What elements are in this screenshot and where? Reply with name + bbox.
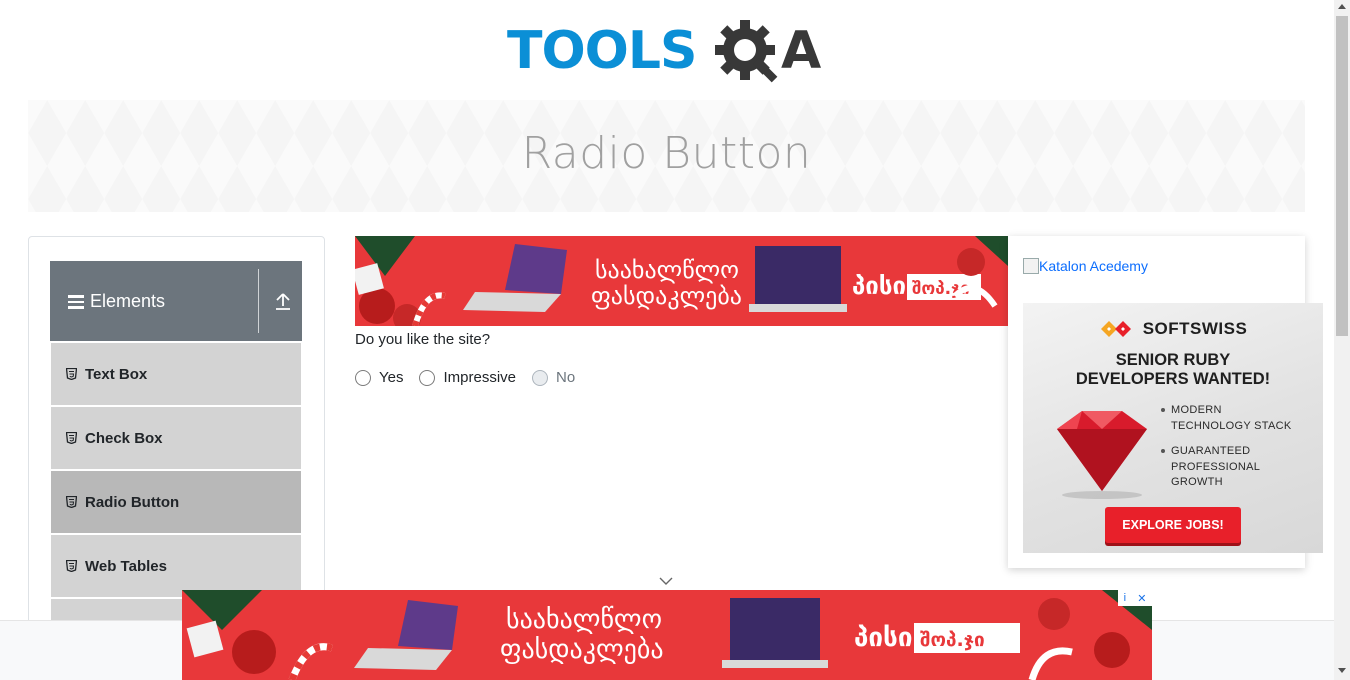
ad-banner-bottom[interactable]: საახალწლო ფასდაკლება პისი შოპ.ჯი (182, 590, 1152, 680)
ad-text-line2: ფასდაკლება (500, 635, 664, 665)
radio-no-label: No (556, 369, 576, 386)
html-file-icon (66, 368, 77, 380)
group-title: Elements (90, 290, 166, 311)
softswiss-logo-icon (1100, 321, 1131, 337)
ad-brand: პისი (854, 623, 912, 653)
radio-impressive[interactable]: Impressive (419, 369, 516, 386)
sidebar-menu: Text Box Check Box Radio Button Web Tabl… (51, 343, 301, 631)
sidebar-item-radio-button[interactable]: Radio Button (51, 471, 301, 533)
radio-yes-label[interactable]: Yes (379, 369, 403, 386)
ad-banner-top[interactable]: საახალწლო ფასდაკლება პისი შოპ.ჯი (355, 236, 1008, 326)
laptop-icon (722, 598, 828, 668)
scroll-up-icon[interactable] (1338, 4, 1346, 9)
headline-line2: DEVELOPERS WANTED! (1075, 370, 1271, 388)
broken-image-icon (1023, 258, 1039, 274)
katalon-ad-link[interactable]: Katalon Acedemy (1023, 258, 1148, 274)
headline-line1: SENIOR RUBY (1115, 351, 1231, 369)
logo-text-a: A (781, 21, 821, 81)
sidebar-item-web-tables[interactable]: Web Tables (51, 535, 301, 597)
ad-brand-box-text: შოპ.ჯი (920, 629, 985, 651)
vertical-scrollbar[interactable] (1334, 0, 1350, 680)
page-banner: Radio Button (28, 100, 1305, 212)
logo-graphic: TOOLS A (507, 20, 821, 83)
html-file-icon (66, 432, 77, 444)
bullet-text: GUARANTEED (1171, 445, 1251, 457)
bullet-text: GROWTH (1171, 476, 1223, 488)
bullet-text: PROFESSIONAL (1171, 460, 1261, 473)
radio-yes[interactable]: Yes (355, 369, 403, 386)
bullet-dot-icon (1161, 449, 1165, 453)
gear-magnifier-icon (715, 20, 778, 83)
page-title: Radio Button (521, 128, 812, 179)
logo-text-tools: TOOLS (507, 21, 696, 81)
bullet-text: MODERN (1171, 404, 1222, 416)
ad-text-line1: საახალწლო (595, 256, 739, 284)
ad-banner-graphic: საახალწლო ფასდაკლება პისი შოპ.ჯი (355, 236, 1008, 326)
hamburger-icon (68, 295, 84, 309)
sidebar-item-label: Radio Button (85, 493, 180, 511)
html-file-icon (66, 560, 77, 572)
html-file-icon (66, 496, 77, 508)
sidebar-item-label: Text Box (85, 365, 148, 383)
question-text: Do you like the site? (355, 331, 491, 348)
laptop-icon (749, 246, 847, 312)
sidebar-item-label: Web Tables (85, 557, 167, 575)
radio-group: Yes Impressive No (355, 369, 591, 386)
radio-no: No (532, 369, 575, 386)
scroll-down-icon[interactable] (1338, 668, 1346, 673)
ad-brand: პისი (852, 272, 906, 300)
softswiss-ad[interactable]: SOFTSWISS SENIOR RUBY DEVELOPERS WANTED!… (1023, 303, 1323, 553)
radio-impressive-label[interactable]: Impressive (443, 369, 516, 386)
sidebar-item-text-box[interactable]: Text Box (51, 343, 301, 405)
ad-text-line2: ფასდაკლება (591, 282, 742, 310)
upload-arrow-icon[interactable] (274, 291, 292, 311)
scrollbar-thumb[interactable] (1336, 16, 1348, 336)
adchoices-badge[interactable]: i ✕ (1118, 590, 1152, 606)
sidebar-item-check-box[interactable]: Check Box (51, 407, 301, 469)
ad-text-line1: საახალწლო (506, 605, 662, 635)
chevron-down-icon[interactable] (658, 576, 674, 586)
close-icon[interactable]: ✕ (1137, 592, 1146, 605)
katalon-alt-text[interactable]: Katalon Acedemy (1039, 258, 1148, 274)
bullet-modern-stack: MODERN TECHNOLOGY STACK (1161, 403, 1292, 434)
radio-no-circle (532, 369, 549, 386)
bullet-professional-growth: GUARANTEED PROFESSIONAL GROWTH (1161, 444, 1292, 491)
softswiss-brand-name: SOFTSWISS (1142, 319, 1248, 338)
toolsqa-logo[interactable]: TOOLS A (507, 14, 832, 94)
radio-impressive-circle[interactable] (419, 369, 436, 386)
ad-banner-graphic: საახალწლო ფასდაკლება პისი შოპ.ჯი (182, 590, 1152, 680)
sidebar-item-label: Check Box (85, 429, 163, 447)
header-divider (258, 269, 259, 333)
softswiss-headline: SENIOR RUBY DEVELOPERS WANTED! (1023, 351, 1323, 389)
info-icon[interactable]: i (1124, 592, 1126, 604)
explore-jobs-button[interactable]: EXPLORE JOBS! (1105, 507, 1241, 543)
bullet-dot-icon (1161, 408, 1165, 412)
ruby-gem-icon (1057, 411, 1147, 499)
softswiss-brand: SOFTSWISS (1023, 319, 1323, 339)
bullet-text: TECHNOLOGY STACK (1171, 419, 1292, 432)
softswiss-bullets: MODERN TECHNOLOGY STACK GUARANTEED PROFE… (1161, 403, 1292, 501)
page: TOOLS A Radio Button Elements Text Box C… (0, 0, 1350, 680)
radio-yes-circle[interactable] (355, 369, 371, 386)
elements-group-header[interactable]: Elements (50, 261, 302, 341)
